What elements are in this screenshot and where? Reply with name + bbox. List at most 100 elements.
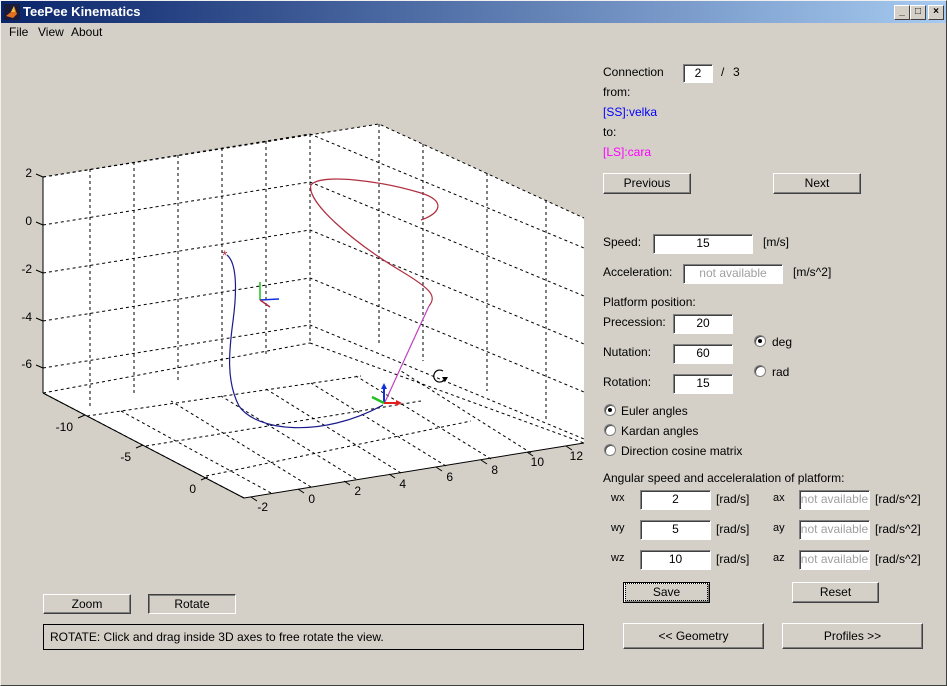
x-tick-label: 2 <box>354 484 361 498</box>
z-tick <box>35 173 44 178</box>
window-title: TeePee Kinematics <box>23 4 141 19</box>
wy-label: wy <box>611 522 625 534</box>
wx-unit: [rad/s] <box>716 492 750 506</box>
az-field: not available <box>799 550 870 570</box>
minimize-button[interactable]: _ <box>894 5 910 20</box>
axes-background <box>43 124 584 498</box>
speed-unit: [m/s] <box>763 235 789 249</box>
rotation-field[interactable]: 15 <box>673 374 733 394</box>
reset-button[interactable]: Reset <box>792 582 879 603</box>
z-tick <box>35 364 44 369</box>
wz-label: wz <box>611 552 625 564</box>
precession-label: Precession: <box>603 315 666 329</box>
x-tick-label: 12 <box>570 449 584 463</box>
acceleration-unit: [m/s^2] <box>793 265 832 279</box>
deg-label: deg <box>772 335 793 349</box>
ax-field: not available <box>799 490 870 510</box>
direction-cosine-label: Direction cosine matrix <box>621 444 743 458</box>
ax-unit: [rad/s^2] <box>875 492 921 506</box>
euler-angles-radio[interactable] <box>604 404 616 416</box>
3d-axes[interactable]: 2 0 -2 -4 -6 -10 -5 0 -2 0 2 4 6 8 10 12 * <box>1 41 596 581</box>
speed-field[interactable]: 15 <box>653 234 753 254</box>
main-window: TeePee Kinematics _ □ × File View About … <box>0 0 947 686</box>
x-tick-label: 4 <box>399 477 406 491</box>
deg-radio[interactable] <box>754 335 766 347</box>
ay-field: not available <box>799 520 870 540</box>
x-tick-label: 6 <box>446 470 453 484</box>
x-tick-label: 10 <box>531 455 545 469</box>
x-tick-label: -2 <box>257 500 268 514</box>
connection-label: Connection <box>603 65 664 79</box>
y-tick-label: -5 <box>120 450 131 464</box>
nutation-label: Nutation: <box>603 345 652 359</box>
ay-label: ay <box>773 522 785 534</box>
save-label: Save <box>624 583 709 601</box>
wy-field[interactable]: 5 <box>640 520 711 540</box>
menu-view[interactable]: View <box>38 25 64 39</box>
euler-angles-label: Euler angles <box>621 404 688 418</box>
x-tick <box>480 459 488 465</box>
y-tick-label: 0 <box>189 482 196 496</box>
start-marker-icon: * <box>222 247 228 263</box>
z-tick-label: 0 <box>25 214 32 228</box>
save-button[interactable]: Save <box>623 582 710 603</box>
angular-heading: Angular speed and acceleralation of plat… <box>603 471 845 485</box>
to-label: to: <box>603 125 617 139</box>
wz-unit: [rad/s] <box>716 552 750 566</box>
nutation-field[interactable]: 60 <box>673 344 733 364</box>
status-bar: ROTATE: Click and drag inside 3D axes to… <box>43 624 584 650</box>
wx-field[interactable]: 2 <box>640 490 711 510</box>
from-label: from: <box>603 85 631 99</box>
previous-button[interactable]: Previous <box>603 173 691 194</box>
connection-total: 3 <box>733 65 740 79</box>
profiles-button[interactable]: Profiles >> <box>782 623 923 649</box>
x-tick <box>435 466 443 472</box>
z-tick <box>35 269 44 274</box>
close-button[interactable]: × <box>928 5 944 20</box>
frame-z-axis <box>259 298 280 301</box>
rotate-button[interactable]: Rotate <box>148 594 236 614</box>
z-tick <box>35 221 44 226</box>
direction-cosine-radio[interactable] <box>604 444 616 456</box>
geometry-button[interactable]: << Geometry <box>623 623 764 649</box>
platform-position-heading: Platform position: <box>603 295 696 309</box>
rad-label: rad <box>772 365 790 379</box>
to-value: [LS]:cara <box>603 145 652 159</box>
z-tick-label: -4 <box>21 310 32 324</box>
kardan-angles-radio[interactable] <box>604 424 616 436</box>
x-tick-label: 8 <box>491 463 498 477</box>
wz-field[interactable]: 10 <box>640 550 711 570</box>
kardan-angles-label: Kardan angles <box>621 424 699 438</box>
ax-label: ax <box>773 492 785 504</box>
zoom-button[interactable]: Zoom <box>43 594 131 614</box>
z-tick-label: 2 <box>25 166 32 180</box>
z-tick-label: -2 <box>21 262 32 276</box>
connection-index-field[interactable]: 2 <box>683 64 713 83</box>
matlab-icon <box>4 4 20 20</box>
y-tick-label: -10 <box>56 420 74 434</box>
title-bar: TeePee Kinematics _ □ × <box>1 1 946 23</box>
connection-separator: / <box>721 65 725 79</box>
precession-field[interactable]: 20 <box>673 314 733 334</box>
acceleration-label: Acceleration: <box>603 265 673 279</box>
rad-radio[interactable] <box>754 365 766 377</box>
y-tick <box>135 444 144 449</box>
z-tick <box>35 317 44 322</box>
x-tick-label: 0 <box>308 492 315 506</box>
speed-label: Speed: <box>603 235 642 249</box>
y-tick <box>77 414 86 419</box>
from-value: [SS]:velka <box>603 105 658 119</box>
menu-file[interactable]: File <box>9 25 28 39</box>
next-button[interactable]: Next <box>773 173 861 194</box>
menu-about[interactable]: About <box>71 25 102 39</box>
menu-bar: File View About <box>1 23 946 41</box>
az-label: az <box>773 552 785 564</box>
maximize-button[interactable]: □ <box>910 5 926 20</box>
x-tick <box>297 488 305 494</box>
z-tick-label: -6 <box>21 357 32 371</box>
wy-unit: [rad/s] <box>716 522 750 536</box>
wx-label: wx <box>611 492 625 504</box>
rotation-label: Rotation: <box>603 375 652 389</box>
x-tick <box>250 496 258 502</box>
acceleration-field: not available <box>683 264 783 284</box>
